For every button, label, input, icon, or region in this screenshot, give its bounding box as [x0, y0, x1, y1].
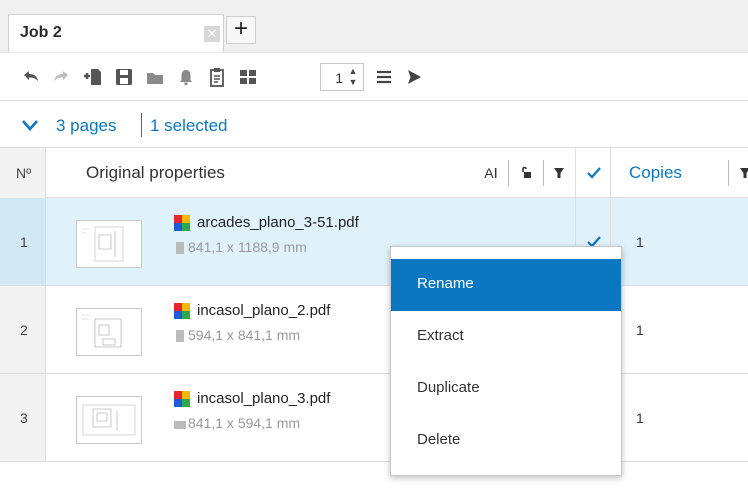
row-number: 2: [0, 286, 46, 373]
menu-icon[interactable]: [372, 65, 396, 89]
divider: [728, 160, 729, 186]
close-icon[interactable]: ✕: [204, 26, 220, 42]
undo-icon[interactable]: [18, 65, 42, 89]
folder-icon[interactable]: [143, 65, 167, 89]
menu-item-duplicate[interactable]: Duplicate: [391, 363, 621, 415]
chevron-down-icon[interactable]: [20, 115, 40, 135]
row-number: 3: [0, 374, 46, 461]
select-column-header[interactable]: [575, 148, 611, 198]
add-tab-button[interactable]: +: [226, 16, 256, 44]
text-cursor-icon[interactable]: AI: [480, 162, 502, 184]
tab-job-2[interactable]: Job 2 ✕: [8, 14, 224, 52]
menu-item-delete[interactable]: Delete: [391, 415, 621, 467]
table-row[interactable]: 1 arcades_plano_3-51.pdf 841,1 x 1188,9 …: [0, 198, 748, 286]
file-size: 594,1 x 841,1 mm: [188, 327, 301, 343]
landscape-page-icon: [174, 421, 186, 429]
color-document-icon: [174, 391, 190, 407]
row-number: 1: [0, 198, 46, 285]
filter-icon[interactable]: [734, 162, 748, 184]
column-header-number: Nº: [0, 148, 46, 198]
file-size: 841,1 x 1188,9 mm: [188, 239, 307, 255]
selected-count: 1 selected: [150, 116, 228, 135]
column-header-copies[interactable]: Copies: [629, 163, 682, 183]
redo-icon[interactable]: [50, 65, 74, 89]
divider: [141, 113, 142, 137]
toolbar: 1 ▲ ▼: [0, 52, 748, 100]
page-thumbnail[interactable]: [76, 220, 142, 268]
stepper-value: 1: [335, 70, 343, 86]
clipboard-icon[interactable]: [205, 65, 229, 89]
filter-icon[interactable]: [548, 162, 570, 184]
table-header: Nº Original properties AI Copies: [0, 148, 748, 198]
copies-stepper[interactable]: 1 ▲ ▼: [320, 63, 364, 91]
file-size: 841,1 x 594,1 mm: [188, 415, 301, 431]
divider: [508, 160, 509, 186]
bell-icon[interactable]: [174, 65, 198, 89]
portrait-page-icon: [176, 242, 184, 254]
file-name: arcades_plano_3-51.pdf: [197, 214, 359, 231]
copies-value[interactable]: 1: [636, 234, 644, 250]
send-icon[interactable]: [402, 65, 426, 89]
menu-item-rename[interactable]: Rename: [391, 259, 621, 311]
add-file-icon[interactable]: [81, 65, 105, 89]
tab-label: Job 2: [20, 24, 62, 41]
copies-value[interactable]: 1: [636, 410, 644, 426]
tab-bar: Job 2 ✕ +: [0, 0, 748, 52]
portrait-page-icon: [176, 330, 184, 342]
selection-bar: 3 pages 1 selected: [0, 100, 748, 148]
menu-item-extract[interactable]: Extract: [391, 311, 621, 363]
check-icon: [587, 167, 601, 179]
divider: [543, 160, 544, 186]
file-name: incasol_plano_3.pdf: [197, 390, 331, 407]
grid-icon[interactable]: [236, 65, 260, 89]
unlock-icon[interactable]: [516, 162, 538, 184]
pages-count: 3 pages: [56, 116, 117, 135]
save-icon[interactable]: [112, 65, 136, 89]
page-thumbnail[interactable]: [76, 308, 142, 356]
context-menu: Rename Extract Duplicate Delete: [390, 246, 622, 476]
color-document-icon: [174, 215, 190, 231]
copies-value[interactable]: 1: [636, 322, 644, 338]
page-thumbnail[interactable]: [76, 396, 142, 444]
table-row[interactable]: 3 incasol_plano_3.pdf 841,1 x 594,1 mm 1: [0, 374, 748, 462]
color-document-icon: [174, 303, 190, 319]
column-header-original-properties[interactable]: Original properties: [86, 163, 225, 183]
file-name: incasol_plano_2.pdf: [197, 302, 331, 319]
stepper-arrows-icon[interactable]: ▲ ▼: [347, 66, 359, 88]
table-row[interactable]: 2 incasol_plano_2.pdf 594,1 x 841,1 mm 1: [0, 286, 748, 374]
